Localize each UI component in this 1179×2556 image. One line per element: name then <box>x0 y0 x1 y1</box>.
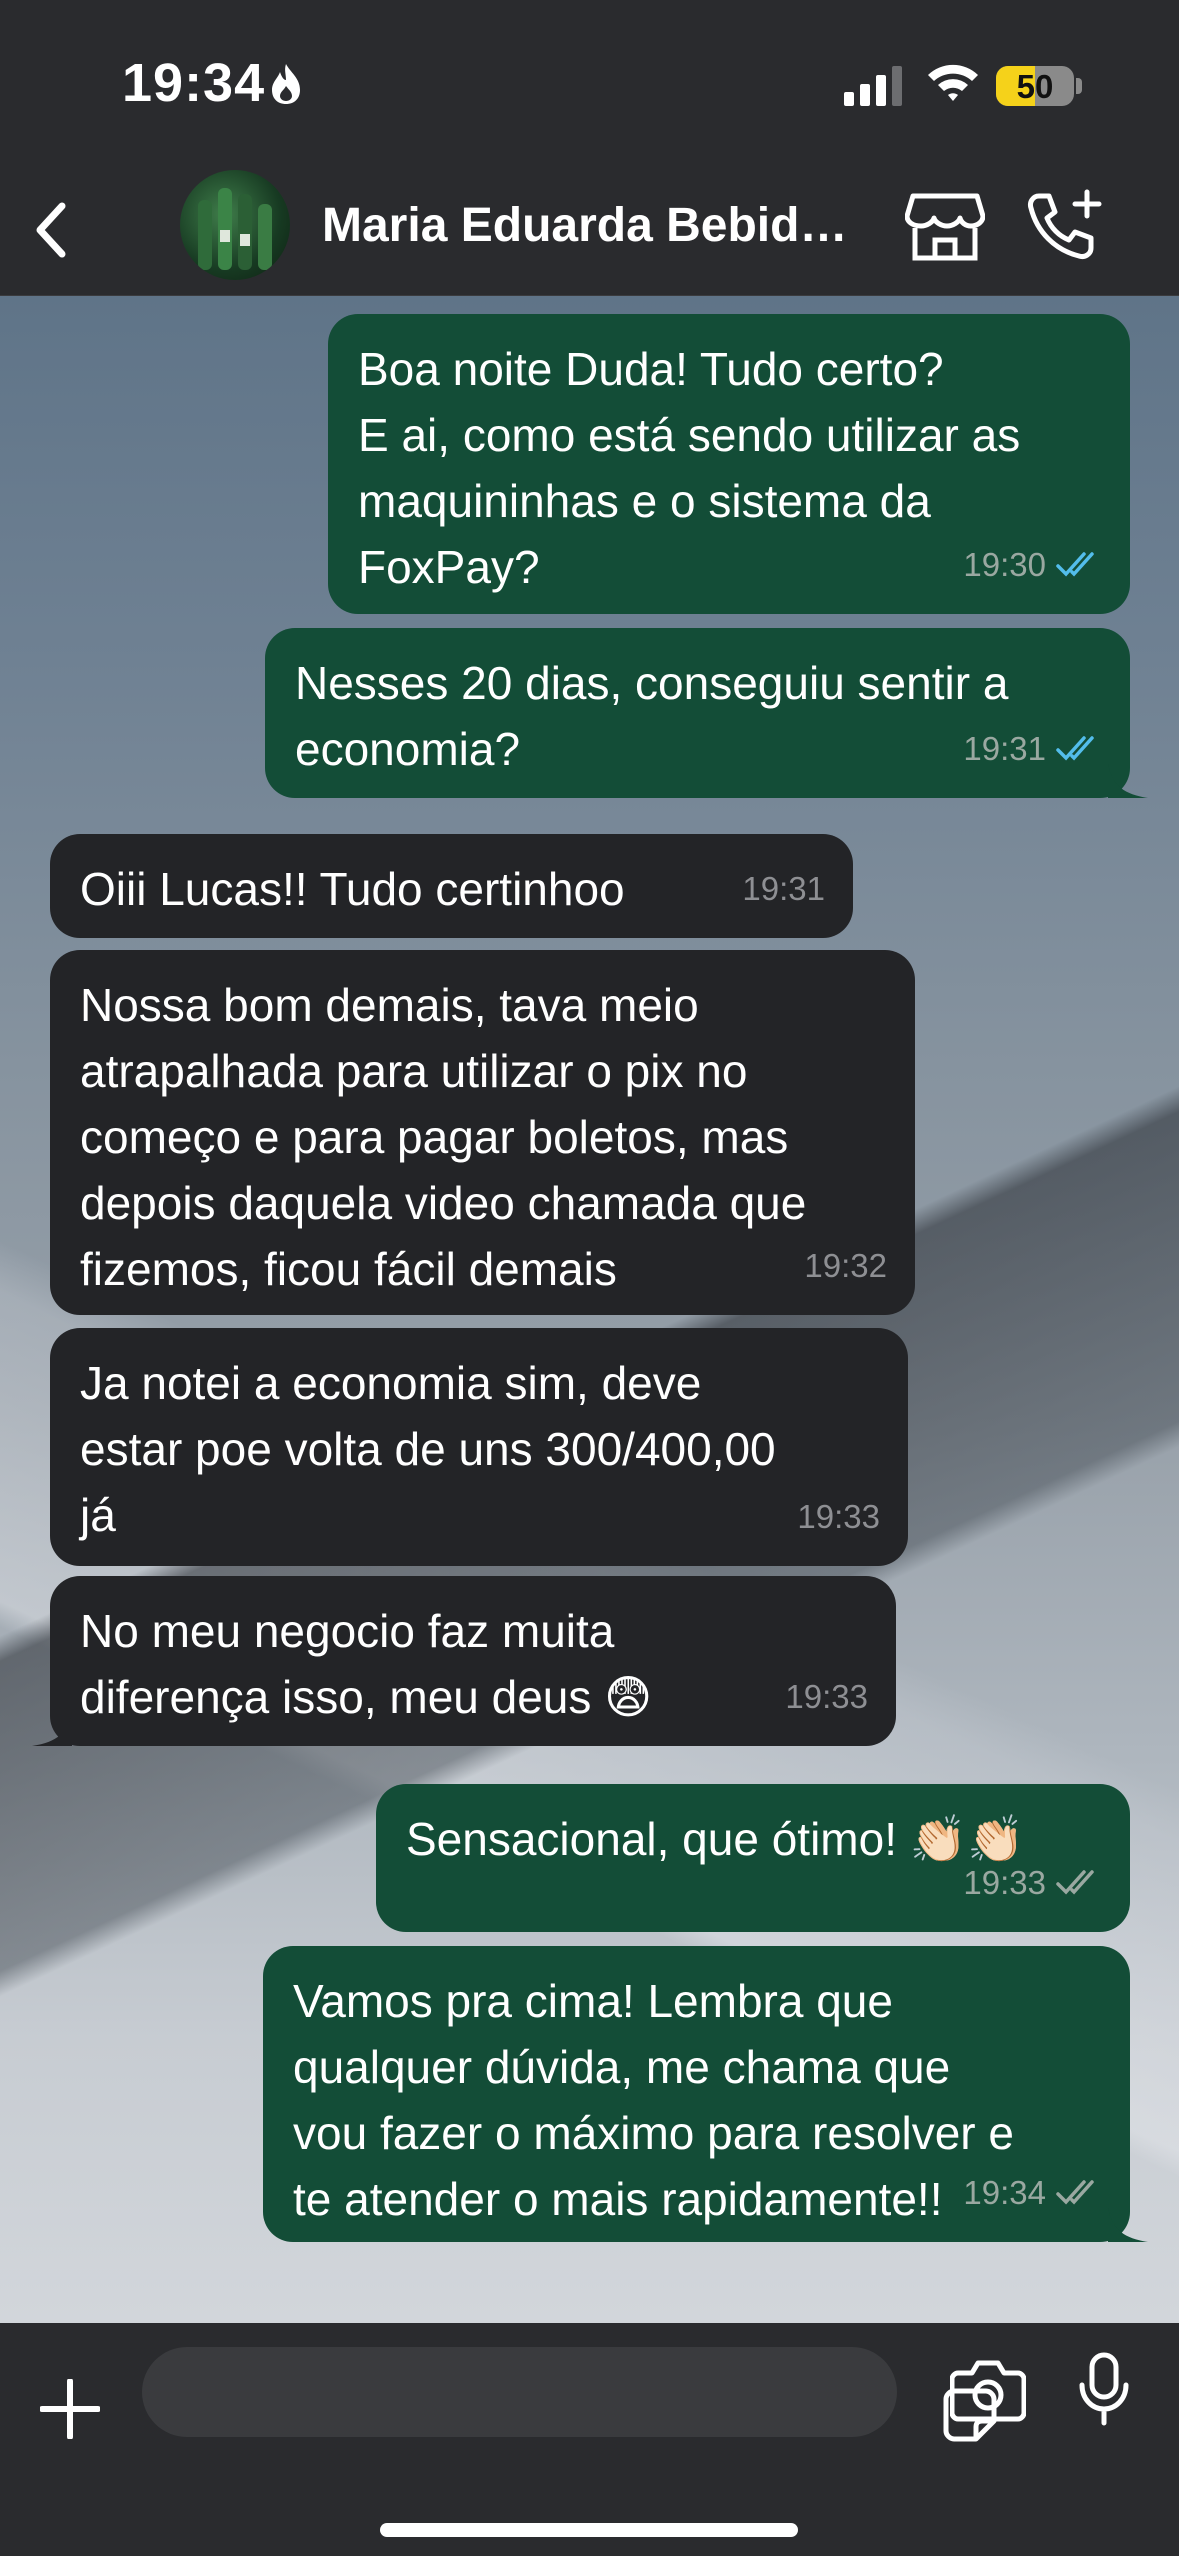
message-line: estar poe volta de uns 300/400,00 <box>80 1423 776 1475</box>
message-time: 19:31 <box>742 870 825 907</box>
bubble-tail <box>1108 2208 1148 2242</box>
chat-header: Maria Eduarda Bebida… <box>0 160 1179 296</box>
message-text: No meu negocio faz muita diferença isso, … <box>80 1598 866 1730</box>
message-line: No meu negocio faz muita <box>80 1605 615 1657</box>
message-line: Ja notei a economia sim, deve <box>80 1357 702 1409</box>
outgoing-message-bubble[interactable]: Boa noite Duda! Tudo certo? E ai, como es… <box>328 314 1130 614</box>
chevron-left-icon[interactable] <box>18 190 88 270</box>
outgoing-message-bubble[interactable]: Vamos pra cima! Lembra que qualquer dúvid… <box>263 1946 1148 2242</box>
outgoing-message-bubble[interactable]: Sensacional, que ótimo! 👏🏻👏🏻 19:33 <box>376 1784 1130 1932</box>
bubble-tail <box>32 1712 72 1746</box>
incoming-message-bubble[interactable]: Oiii Lucas!! Tudo certinhoo 19:31 <box>50 834 853 938</box>
chat-area[interactable]: Boa noite Duda! Tudo certo? E ai, como es… <box>0 296 1179 2323</box>
battery-indicator: 50 <box>996 66 1074 106</box>
message-time: 19:33 <box>963 1864 1046 1901</box>
message-meta: 19:33 <box>963 1850 1102 1916</box>
message-line: diferença isso, meu deus 😨 <box>80 1671 653 1723</box>
incoming-message-bubble[interactable]: Nossa bom demais, tava meio atrapalhada p… <box>50 950 915 1315</box>
message-line: começo e para pagar boletos, mas <box>80 1111 789 1163</box>
message-meta: 19:30 <box>963 532 1102 598</box>
delivered-double-check-icon <box>1056 1868 1102 1898</box>
message-time: 19:30 <box>963 546 1046 583</box>
contact-name[interactable]: Maria Eduarda Bebida… <box>322 198 862 253</box>
message-line: qualquer dúvida, me chama que <box>293 2041 951 2093</box>
message-time: 19:32 <box>804 1247 887 1284</box>
message-meta: 19:31 <box>963 716 1102 782</box>
message-line: fizemos, ficou fácil demais <box>80 1243 617 1295</box>
status-bar: 19:34 50 <box>0 0 1179 160</box>
message-time: 19:33 <box>797 1498 880 1535</box>
incoming-message-bubble[interactable]: No meu negocio faz muita diferença isso, … <box>32 1576 896 1746</box>
cellular-signal-icon <box>844 66 902 106</box>
message-time: 19:31 <box>963 730 1046 767</box>
message-text: Ja notei a economia sim, deve estar poe v… <box>80 1350 878 1548</box>
message-line: Nossa bom demais, tava meio <box>80 979 699 1031</box>
message-line: Boa noite Duda! Tudo certo? <box>358 343 944 395</box>
message-line: depois daquela video chamada que <box>80 1177 807 1229</box>
read-double-check-icon <box>1056 734 1102 764</box>
bubble-tail <box>1108 764 1148 798</box>
plus-icon[interactable] <box>40 2379 100 2439</box>
battery-tip <box>1076 78 1082 94</box>
message-line: maquininhas e o sistema da <box>358 475 931 527</box>
message-text: Nossa bom demais, tava meio atrapalhada p… <box>80 972 885 1302</box>
microphone-icon[interactable] <box>1078 2351 1130 2427</box>
message-line: vou fazer o máximo para resolver e <box>293 2107 1014 2159</box>
message-input[interactable] <box>142 2347 997 2442</box>
message-time: 19:34 <box>963 2174 1046 2211</box>
message-line: já <box>80 1489 116 1541</box>
storefront-icon[interactable] <box>905 190 985 262</box>
message-meta: 19:34 <box>963 2160 1102 2226</box>
message-line: Nesses 20 dias, conseguiu sentir a <box>295 657 1009 709</box>
message-line: Oiii Lucas!! Tudo certinhoo <box>80 863 625 915</box>
message-meta: 19:33 <box>785 1664 868 1730</box>
battery-percent: 50 <box>1016 68 1054 105</box>
contact-avatar[interactable] <box>180 170 290 280</box>
phone-plus-icon[interactable] <box>1025 188 1105 264</box>
incoming-message-bubble[interactable]: Ja notei a economia sim, deve estar poe v… <box>50 1328 908 1566</box>
message-meta: 19:31 <box>742 856 825 922</box>
read-double-check-icon <box>1056 550 1102 580</box>
message-line: E ai, como está sendo utilizar as <box>358 409 1021 461</box>
home-indicator[interactable] <box>380 2523 798 2537</box>
delivered-double-check-icon <box>1056 2178 1102 2208</box>
message-line: Vamos pra cima! Lembra que <box>293 1975 893 2027</box>
outgoing-message-bubble[interactable]: Nesses 20 dias, conseguiu sentir a econom… <box>265 628 1148 798</box>
message-text: Oiii Lucas!! Tudo certinhoo <box>80 856 823 922</box>
message-meta: 19:32 <box>804 1233 887 1299</box>
camera-icon[interactable] <box>950 2357 1026 2423</box>
message-meta: 19:33 <box>797 1484 880 1550</box>
flame-icon <box>272 64 300 104</box>
status-time: 19:34 <box>122 53 266 113</box>
message-time: 19:33 <box>785 1678 868 1715</box>
message-line: atrapalhada para utilizar o pix no <box>80 1045 748 1097</box>
composer-bar <box>0 2323 1179 2556</box>
wifi-icon <box>928 64 978 101</box>
